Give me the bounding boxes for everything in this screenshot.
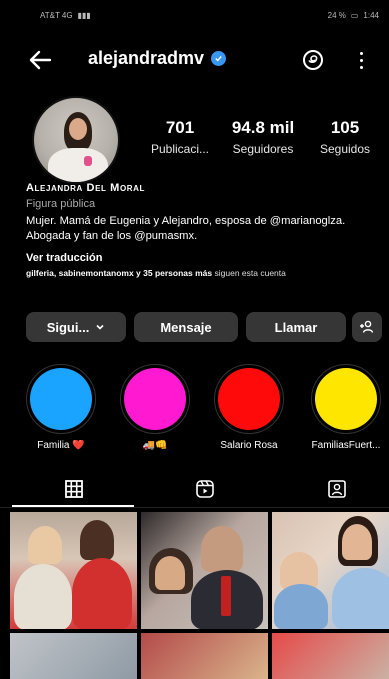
add-user-icon <box>360 320 374 333</box>
highlight-cover <box>30 368 92 430</box>
message-button[interactable]: Mensaje <box>134 312 238 342</box>
fist-icon: 👊 <box>155 440 168 451</box>
highlight-cover <box>124 368 186 430</box>
mutual-followers-names: gilferia, sabinemontanomx y 35 personas … <box>26 268 213 278</box>
highlight-familia[interactable]: Familia ❤️ <box>22 364 100 451</box>
see-translation-link[interactable]: Ver traducción <box>26 252 102 264</box>
profile-bio: Mujer. Mamá de Eugenia y Alejandro, espo… <box>26 215 346 242</box>
carrier-text: AT&T 4G <box>40 10 73 20</box>
call-button[interactable]: Llamar <box>246 312 346 342</box>
posts-label: Publicaci... <box>150 142 210 156</box>
profile-category: Figura pública <box>26 198 96 210</box>
post-thumbnail[interactable] <box>10 633 137 679</box>
back-arrow-icon[interactable] <box>26 46 54 74</box>
posts-count: 701 <box>165 118 195 137</box>
username: alejandradmv <box>88 48 205 68</box>
call-button-label: Llamar <box>274 319 318 335</box>
tagged-icon[interactable] <box>325 478 349 500</box>
suggested-users-button[interactable] <box>352 312 382 342</box>
post-thumbnail[interactable] <box>141 512 268 629</box>
highlight-label: FamiliasFuert... <box>311 440 381 451</box>
highlight-label: 🚚👊 <box>116 440 194 451</box>
active-tab-indicator <box>12 505 134 507</box>
message-button-label: Mensaje <box>160 319 212 335</box>
verified-badge-icon <box>211 51 227 66</box>
more-vertical-icon[interactable] <box>355 48 367 72</box>
highlight-label: Salario Rosa <box>220 440 278 451</box>
following-button-label: Sigui... <box>46 319 90 335</box>
followers-count: 94.8 mil <box>231 118 295 137</box>
following-label: Seguidos <box>319 142 371 156</box>
chevron-down-icon <box>96 324 104 330</box>
posts-stat[interactable]: 701 Publicaci... <box>144 118 216 156</box>
mutual-followers-suffix: siguen esta cuenta <box>214 268 286 278</box>
post-thumbnail[interactable] <box>272 633 389 679</box>
followers-stat[interactable]: 94.8 mil Seguidores <box>222 118 304 156</box>
post-thumbnail[interactable] <box>141 633 268 679</box>
profile-tabs <box>0 470 389 508</box>
profile-header: alejandradmv <box>0 38 389 82</box>
profile-name: Alejandra Del Moral <box>26 182 146 194</box>
following-count: 105 <box>330 118 360 137</box>
highlight-familias-fuertes[interactable]: FamiliasFuert... <box>306 364 386 451</box>
mutual-followers[interactable]: gilferia, sabinemontanomx y 35 personas … <box>26 268 376 279</box>
status-bar: AT&T 4G ▮▮▮ 24 % ▭ 1:44 <box>0 0 389 30</box>
post-thumbnail[interactable] <box>10 512 137 629</box>
post-thumbnail[interactable] <box>272 512 389 629</box>
username-row: alejandradmv <box>88 48 227 69</box>
truck-icon: 🚚 <box>142 440 155 451</box>
followers-label: Seguidores <box>232 142 294 156</box>
signal-icon: ▮▮▮ <box>77 10 91 20</box>
highlight-cover <box>218 368 280 430</box>
posts-grid <box>10 512 389 679</box>
highlight-label: Familia ❤️ <box>37 440 85 451</box>
clock-text: 1:44 <box>363 10 379 20</box>
highlight-salario-rosa[interactable]: Salario Rosa <box>210 364 288 451</box>
grid-icon[interactable] <box>62 478 86 500</box>
highlight-cover <box>315 368 377 430</box>
highlight-emoji[interactable]: 🚚👊 <box>116 364 194 451</box>
battery-icon: ▭ <box>350 10 359 20</box>
following-button[interactable]: Sigui... <box>26 312 126 342</box>
profile-avatar[interactable] <box>32 96 120 184</box>
threads-icon[interactable] <box>301 48 325 72</box>
reels-icon[interactable] <box>193 478 217 500</box>
battery-text: 24 % <box>327 10 346 20</box>
following-stat[interactable]: 105 Seguidos <box>310 118 380 156</box>
